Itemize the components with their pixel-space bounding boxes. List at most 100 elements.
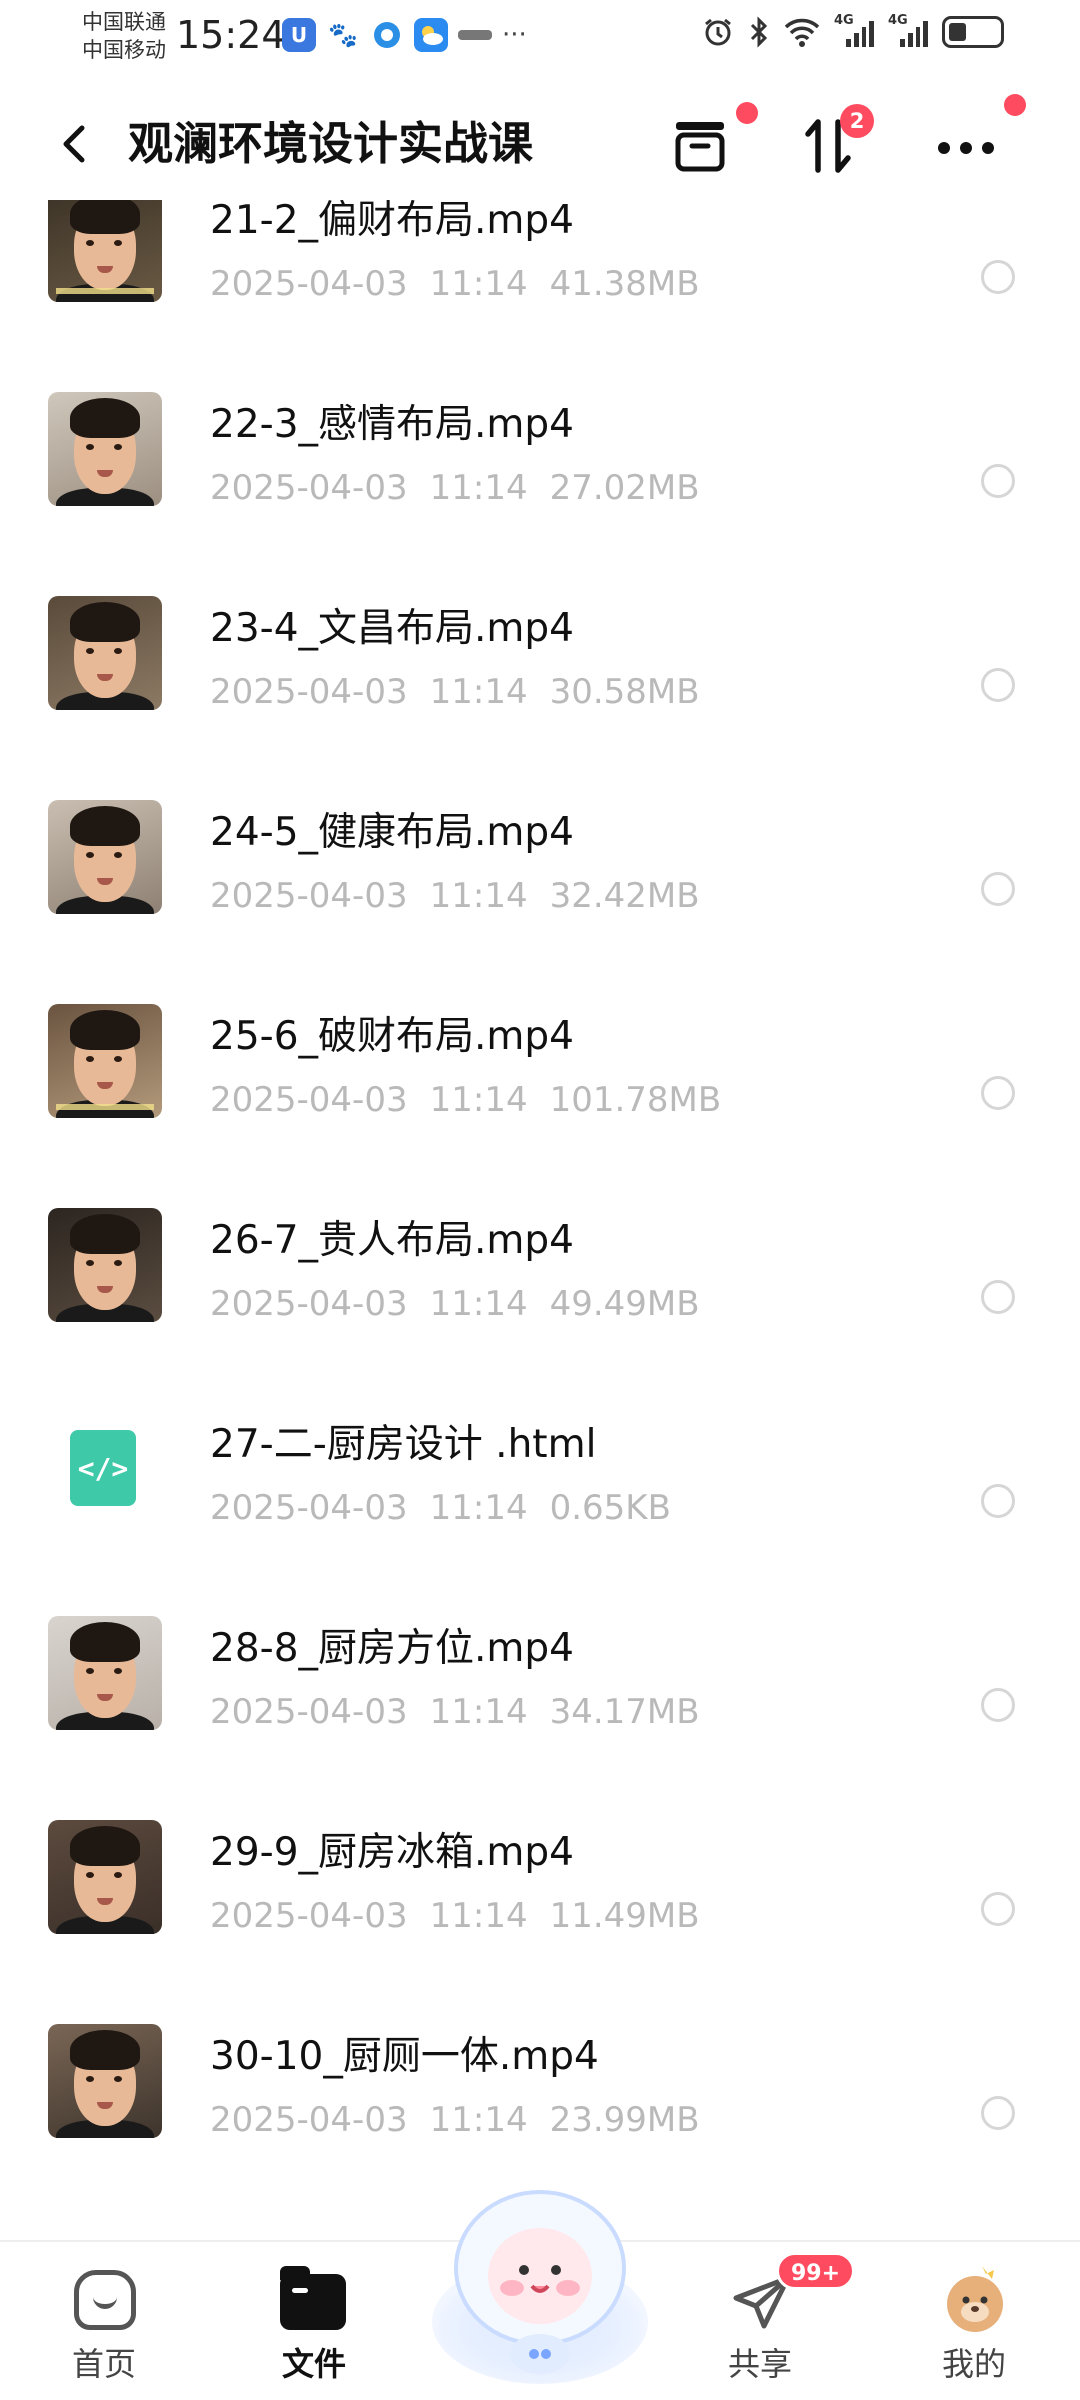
file-meta: 2025-04-03 11:14 0.65KB — [210, 1486, 693, 1530]
select-radio[interactable] — [981, 1688, 1015, 1722]
select-radio[interactable] — [981, 668, 1015, 702]
dash-icon — [458, 30, 492, 40]
more-options-button[interactable] — [928, 94, 1026, 184]
browser-icon — [370, 18, 404, 52]
nav-home[interactable]: 首页 — [44, 2242, 164, 2400]
select-radio[interactable] — [981, 2096, 1015, 2130]
file-size: 34.17MB — [549, 1692, 700, 1732]
nav-files-label: 文件 — [281, 2345, 346, 2383]
file-date: 2025-04-03 — [210, 468, 408, 508]
nav-share-label: 共享 — [727, 2345, 792, 2383]
file-time: 11:14 — [429, 264, 528, 304]
status-bar: 中国联通 中国移动 15:24 U 🐾 ··· 4G 4G — [0, 0, 1080, 76]
file-name: 28-8_厨房方位.mp4 — [210, 1626, 574, 1671]
file-name: 22-3_感情布局.mp4 — [210, 402, 574, 447]
file-date: 2025-04-03 — [210, 2100, 408, 2140]
file-time: 11:14 — [429, 2100, 528, 2140]
back-button[interactable] — [48, 116, 104, 172]
transfer-button[interactable]: 2 — [790, 104, 874, 184]
file-row[interactable]: 25-6_破财布局.mp4 2025-04-03 11:14 101.78MB — [0, 958, 1080, 1162]
file-meta: 2025-04-03 11:14 34.17MB — [210, 1690, 722, 1734]
select-radio[interactable] — [981, 260, 1015, 294]
file-meta: 2025-04-03 11:14 49.49MB — [210, 1282, 722, 1326]
file-list: 21-2_偏财布局.mp4 2025-04-03 11:14 41.38MB 22-3_… — [0, 200, 1080, 2240]
carrier-names: 中国联通 中国移动 — [82, 8, 166, 64]
nav-files[interactable]: 文件 — [254, 2242, 374, 2400]
file-name: 27-二-厨房设计 .html — [210, 1422, 597, 1467]
file-date: 2025-04-03 — [210, 264, 408, 304]
transfer-count-badge: 2 — [840, 104, 874, 138]
file-size: 0.65KB — [549, 1488, 671, 1528]
file-name: 30-10_厨厕一体.mp4 — [210, 2034, 599, 2079]
video-thumbnail — [48, 1208, 162, 1322]
file-meta: 2025-04-03 11:14 101.78MB — [210, 1078, 743, 1122]
mascot-assistant-button[interactable] — [430, 2172, 650, 2392]
signal-2-icon: 4G — [888, 13, 928, 47]
file-row[interactable]: 23-4_文昌布局.mp4 2025-04-03 11:14 30.58MB — [0, 550, 1080, 754]
file-row[interactable]: 28-8_厨房方位.mp4 2025-04-03 11:14 34.17MB — [0, 1570, 1080, 1774]
avatar-icon — [947, 2266, 1003, 2332]
select-radio[interactable] — [981, 1076, 1015, 1110]
select-radio[interactable] — [981, 872, 1015, 906]
paw-icon: 🐾 — [326, 18, 360, 52]
file-time: 11:14 — [429, 1080, 528, 1120]
select-radio[interactable] — [981, 1280, 1015, 1314]
nav-share[interactable]: 99+ 共享 — [700, 2242, 856, 2400]
notification-icons: U 🐾 ··· — [282, 18, 527, 52]
file-row[interactable]: 29-9_厨房冰箱.mp4 2025-04-03 11:14 11.49MB — [0, 1774, 1080, 1978]
file-size: 101.78MB — [549, 1080, 722, 1120]
system-icons: 4G 4G — [702, 13, 1004, 48]
bottom-nav: 首页 文件 99+ 共享 我的 — [0, 2190, 1080, 2400]
file-time: 11:14 — [429, 1488, 528, 1528]
file-meta: 2025-04-03 11:14 27.02MB — [210, 466, 722, 510]
file-row[interactable]: </> 27-二-厨房设计 .html 2025-04-03 11:14 0.65KB — [0, 1366, 1080, 1570]
file-name: 24-5_健康布局.mp4 — [210, 810, 574, 855]
battery-icon — [942, 16, 1004, 48]
video-thumbnail — [48, 392, 162, 506]
file-size: 30.58MB — [549, 672, 700, 712]
signal-1-label: 4G — [834, 13, 854, 28]
file-time: 11:14 — [429, 1896, 528, 1936]
select-radio[interactable] — [981, 464, 1015, 498]
file-time: 11:14 — [429, 1284, 528, 1324]
archive-button[interactable] — [662, 102, 758, 184]
file-date: 2025-04-03 — [210, 1080, 408, 1120]
video-thumbnail — [48, 1820, 162, 1934]
video-thumbnail — [48, 1004, 162, 1118]
file-row[interactable]: 21-2_偏财布局.mp4 2025-04-03 11:14 41.38MB — [0, 200, 1080, 346]
file-date: 2025-04-03 — [210, 672, 408, 712]
file-time: 11:14 — [429, 876, 528, 916]
file-size: 11.49MB — [549, 1896, 700, 1936]
file-date: 2025-04-03 — [210, 1692, 408, 1732]
mascot-icon — [432, 2190, 648, 2384]
video-thumbnail — [48, 596, 162, 710]
archive-icon — [675, 122, 725, 172]
nav-mine-label: 我的 — [941, 2345, 1006, 2383]
file-row[interactable]: 24-5_健康布局.mp4 2025-04-03 11:14 32.42MB — [0, 754, 1080, 958]
home-icon — [74, 2270, 136, 2330]
file-date: 2025-04-03 — [210, 1896, 408, 1936]
file-meta: 2025-04-03 11:14 32.42MB — [210, 874, 722, 918]
file-size: 49.49MB — [549, 1284, 700, 1324]
archive-red-dot — [736, 102, 758, 124]
file-row[interactable]: 22-3_感情布局.mp4 2025-04-03 11:14 27.02MB — [0, 346, 1080, 550]
video-thumbnail — [48, 800, 162, 914]
select-radio[interactable] — [981, 1892, 1015, 1926]
file-time: 11:14 — [429, 468, 528, 508]
status-time: 15:24 — [176, 13, 286, 57]
file-name: 29-9_厨房冰箱.mp4 — [210, 1830, 574, 1875]
file-size: 41.38MB — [549, 264, 700, 304]
share-count-badge: 99+ — [776, 2252, 856, 2290]
select-radio[interactable] — [981, 1484, 1015, 1518]
file-row[interactable]: 30-10_厨厕一体.mp4 2025-04-03 11:14 23.99MB — [0, 1978, 1080, 2182]
more-notifications-icon: ··· — [502, 20, 527, 50]
file-row[interactable]: 26-7_贵人布局.mp4 2025-04-03 11:14 49.49MB — [0, 1162, 1080, 1366]
file-name: 23-4_文昌布局.mp4 — [210, 606, 574, 651]
folder-icon — [280, 2266, 346, 2330]
alarm-icon — [705, 18, 731, 46]
file-name: 25-6_破财布局.mp4 — [210, 1014, 574, 1059]
html-file-icon: </> — [70, 1430, 136, 1506]
nav-mine[interactable]: 我的 — [914, 2242, 1034, 2400]
video-thumbnail — [48, 200, 162, 302]
bluetooth-icon — [750, 16, 768, 48]
